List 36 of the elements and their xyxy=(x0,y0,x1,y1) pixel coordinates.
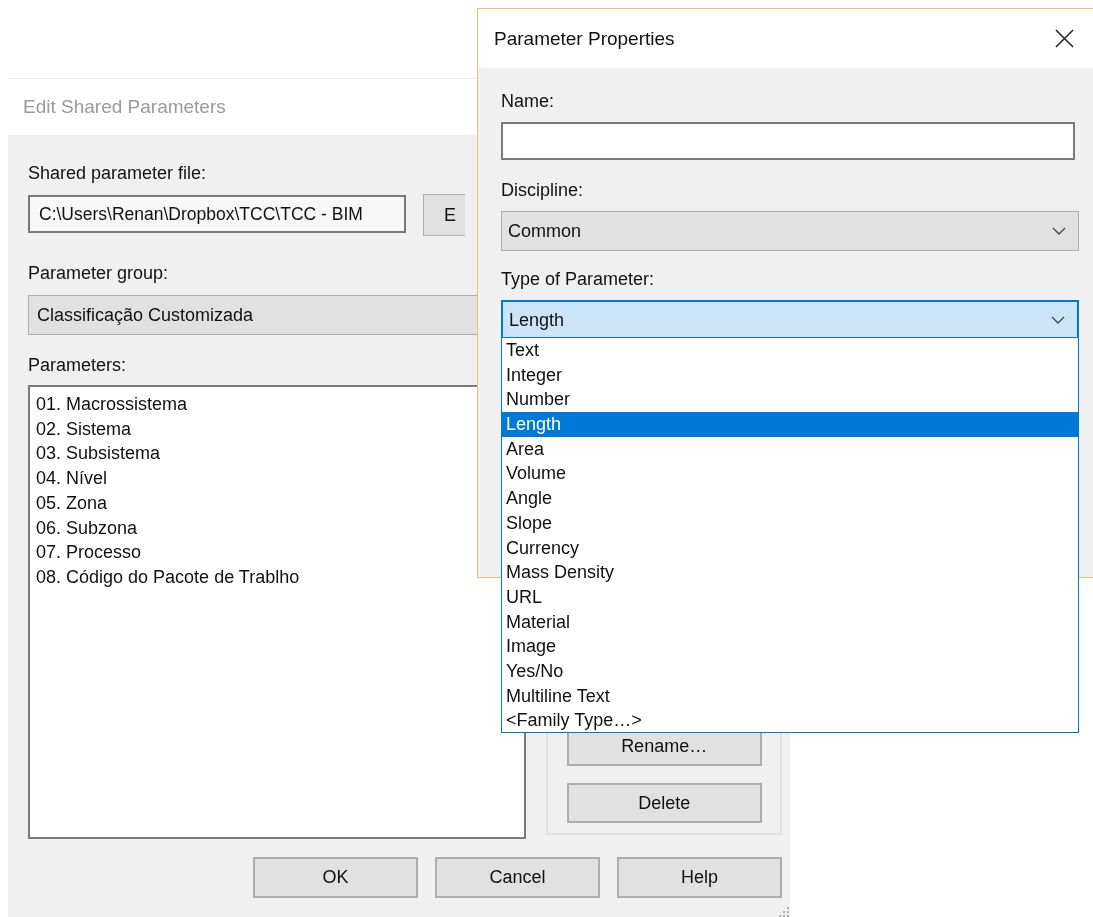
file-path-field[interactable]: C:\Users\Renan\Dropbox\TCC\TCC - BIM xyxy=(28,195,406,233)
dropdown-option[interactable]: Mass Density xyxy=(502,560,1078,585)
type-dropdown[interactable]: Length xyxy=(501,300,1079,340)
dropdown-option[interactable]: Slope xyxy=(502,510,1078,536)
chevron-down-icon xyxy=(1051,316,1065,324)
dropdown-option[interactable]: Volume xyxy=(502,461,1078,487)
field-label: Discipline: xyxy=(501,179,584,201)
dropdown-option[interactable]: Length xyxy=(502,412,1078,437)
dropdown-option[interactable]: Multiline Text xyxy=(502,683,1078,709)
browse-button[interactable]: E xyxy=(423,194,465,236)
close-icon[interactable] xyxy=(1055,29,1074,48)
field-label: Shared parameter file: xyxy=(28,162,207,184)
chevron-down-icon xyxy=(1052,227,1066,235)
name-field[interactable] xyxy=(501,122,1075,160)
dropdown-option[interactable]: Area xyxy=(502,436,1078,462)
parameter-group-dropdown[interactable]: Classificação Customizada xyxy=(28,295,477,335)
discipline-dropdown[interactable]: Common xyxy=(501,211,1079,251)
field-label: Type of Parameter: xyxy=(501,268,655,290)
window-title: Parameter Properties xyxy=(494,27,675,50)
resize-grip-icon[interactable] xyxy=(778,906,790,917)
dialog-button[interactable]: OK xyxy=(253,857,418,898)
dropdown-option[interactable]: Angle xyxy=(502,486,1078,511)
dialog-button[interactable]: Cancel xyxy=(435,857,600,898)
dropdown-option[interactable]: Image xyxy=(502,634,1078,659)
field-label: Parameters: xyxy=(28,354,127,376)
field-label: Parameter group: xyxy=(28,262,169,284)
dialog-button[interactable]: Help xyxy=(617,857,782,898)
dialog-button[interactable]: Delete xyxy=(566,783,762,823)
dropdown-option[interactable]: Currency xyxy=(502,535,1078,561)
dropdown-option[interactable]: Yes/No xyxy=(502,658,1078,684)
dropdown-option[interactable]: Material xyxy=(502,609,1078,635)
field-label: Name: xyxy=(501,90,554,112)
dropdown-option[interactable]: URL xyxy=(502,584,1078,610)
dropdown-option[interactable]: Text xyxy=(502,338,1078,363)
dropdown-option[interactable]: Integer xyxy=(502,362,1078,388)
dropdown-option[interactable]: Number xyxy=(502,387,1078,413)
